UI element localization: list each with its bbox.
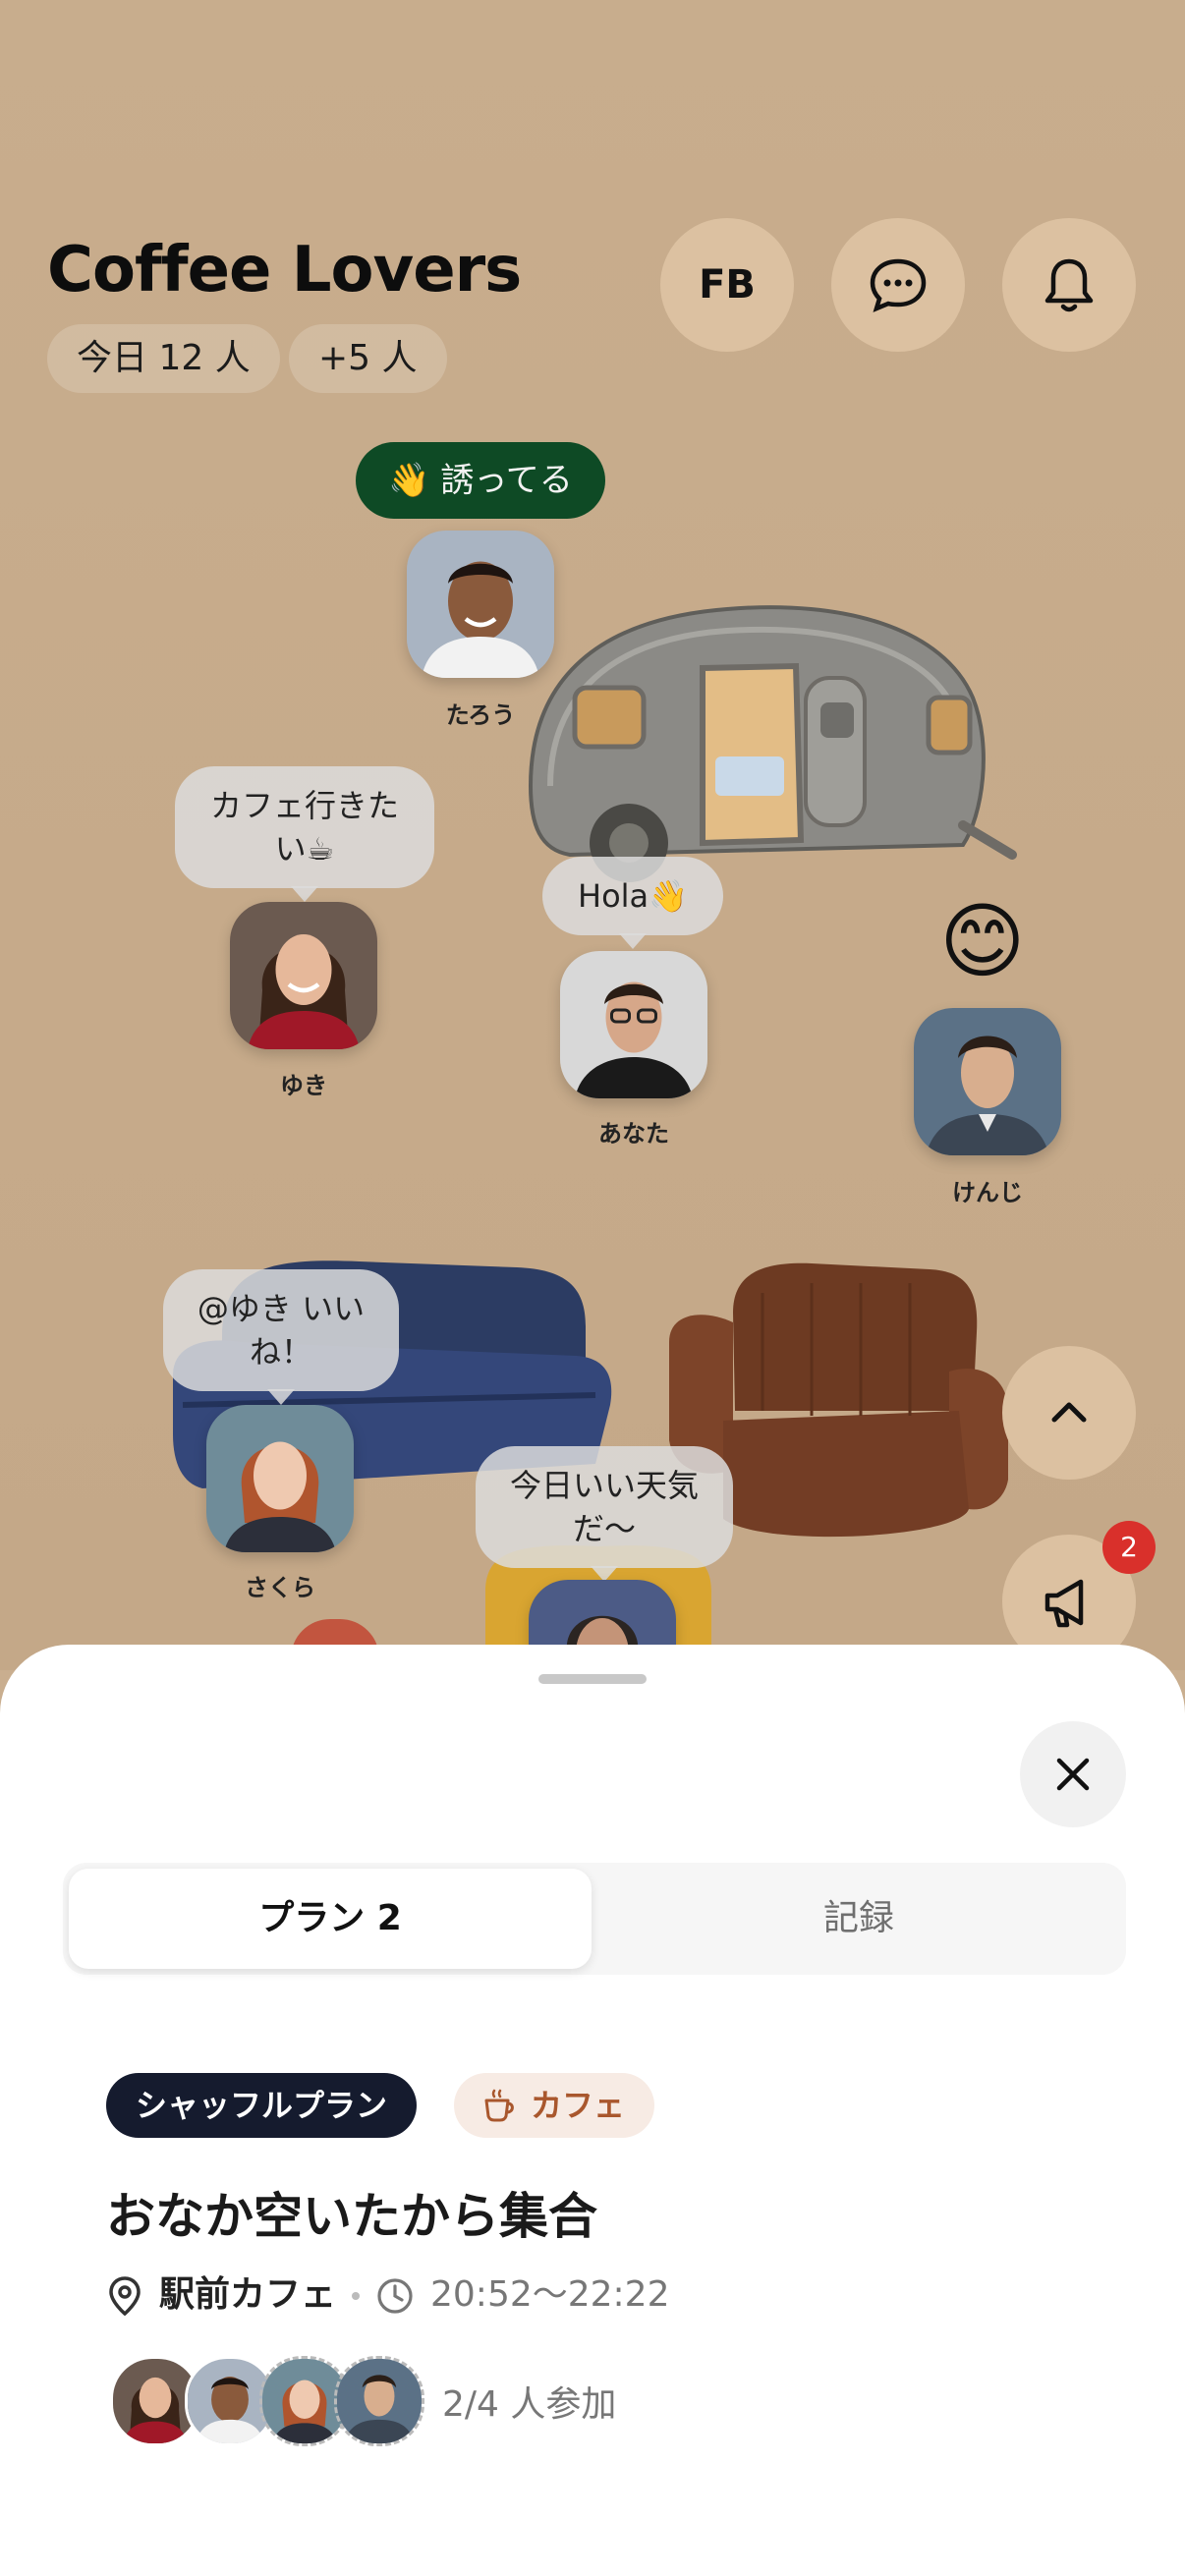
room-scene: Coffee Lovers 今日 12 人 +5 人 FB 👋 誘ってる たろう… xyxy=(0,0,1185,1670)
message-bubble: Hola👋 xyxy=(542,857,723,949)
coffee-cup-icon xyxy=(484,2089,514,2122)
clock-icon xyxy=(377,2278,413,2314)
category-label: カフェ xyxy=(531,2087,626,2124)
sheet-drag-handle[interactable] xyxy=(538,1674,647,1684)
participant-count: 2/4 人参加 xyxy=(442,2384,617,2425)
person-name: けんじ xyxy=(952,1179,1023,1206)
inviting-status-chip[interactable]: 👋 誘ってる xyxy=(356,442,605,519)
message-bubble: @ゆき いいね！ xyxy=(163,1269,399,1405)
smile-reaction-icon: 😊 xyxy=(939,893,1026,989)
pending-participant-avatar xyxy=(334,2356,424,2446)
notification-count-badge: 2 xyxy=(1102,1521,1156,1574)
fb-label: FB xyxy=(699,262,756,308)
tab-plans[interactable]: プラン 2 xyxy=(69,1869,592,1969)
chat-bubble-icon xyxy=(870,258,927,312)
plan-time: 20:52〜22:22 xyxy=(430,2274,670,2315)
person-name: あなた xyxy=(598,1120,669,1148)
avatar-anata[interactable] xyxy=(560,951,707,1098)
page-title: Coffee Lovers xyxy=(47,234,522,307)
wave-icon: 👋 xyxy=(388,461,430,500)
person-name: たろう xyxy=(445,701,516,729)
tab-history[interactable]: 記録 xyxy=(597,1869,1120,1969)
sheet-tabs: プラン 2 記録 xyxy=(63,1863,1126,1975)
today-count-pill: 今日 12 人 xyxy=(47,324,280,393)
megaphone-icon xyxy=(1044,1579,1084,1628)
plan-type-badge: シャッフルプラン xyxy=(106,2073,418,2138)
close-icon xyxy=(1056,1758,1090,1791)
avatar-yuki[interactable] xyxy=(230,902,377,1049)
person-name: ゆき xyxy=(280,1072,327,1099)
fb-button[interactable]: FB xyxy=(660,218,794,352)
location-pin-icon xyxy=(109,2276,141,2317)
message-bubble: 今日いい天気だ〜 xyxy=(476,1446,733,1582)
scroll-up-button[interactable] xyxy=(1002,1346,1136,1480)
avatar-sakura[interactable] xyxy=(206,1405,354,1552)
avatar-taro[interactable] xyxy=(407,531,554,678)
chat-button[interactable] xyxy=(831,218,965,352)
message-bubble: カフェ行きたい☕ xyxy=(175,766,434,902)
close-sheet-button[interactable] xyxy=(1020,1721,1126,1827)
plan-location: 駅前カフェ xyxy=(159,2274,337,2315)
person-name: さくら xyxy=(245,1574,315,1601)
chevron-up-icon xyxy=(1051,1402,1087,1423)
extra-count-pill[interactable]: +5 人 xyxy=(289,324,447,393)
inviting-label: 誘ってる xyxy=(440,461,573,500)
bell-icon xyxy=(1044,258,1094,312)
avatar-kenji[interactable] xyxy=(914,1008,1061,1155)
plan-title: おなか空いたから集合 xyxy=(106,2188,597,2245)
meta-separator xyxy=(352,2292,360,2300)
category-badge: カフェ xyxy=(454,2073,655,2138)
notification-button[interactable] xyxy=(1002,218,1136,352)
plan-bottom-sheet: プラン 2 記録 シャッフルプラン カフェ おなか空いたから集合 駅前カフェ 2… xyxy=(0,1645,1185,2576)
